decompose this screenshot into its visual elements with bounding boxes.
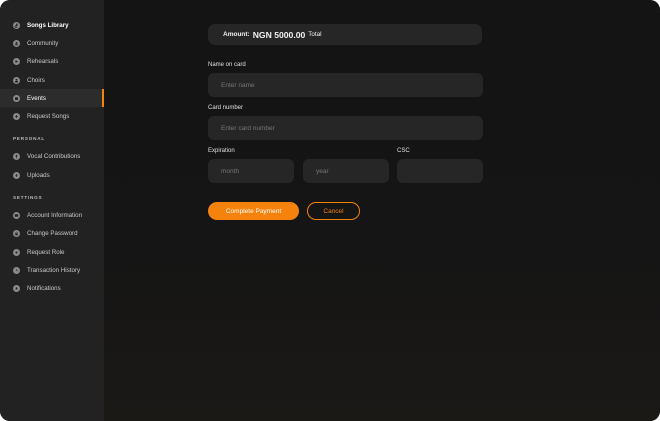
name-on-card-label: Name on card xyxy=(208,62,246,68)
sidebar-item-rehearsals[interactable]: Rehearsals xyxy=(0,53,104,71)
sidebar-item-label: Account Information xyxy=(27,212,83,220)
sidebar-item-request-role[interactable]: Request Role xyxy=(0,243,104,261)
sidebar-item-label: Choirs xyxy=(27,76,45,84)
sidebar-item-label: Rehearsals xyxy=(27,58,59,66)
rehearsal-icon xyxy=(13,58,20,66)
name-on-card-input[interactable] xyxy=(208,73,483,97)
user-card-icon xyxy=(13,212,20,220)
microphone-icon xyxy=(13,153,20,161)
community-icon xyxy=(13,39,20,47)
sidebar-item-label: Community xyxy=(27,39,59,47)
request-icon xyxy=(13,113,20,121)
choir-icon xyxy=(13,76,20,84)
card-number-label: Card number xyxy=(208,105,244,111)
expiration-year-input[interactable] xyxy=(303,159,389,183)
expiration-month-input[interactable] xyxy=(208,159,294,183)
bell-icon xyxy=(13,285,20,293)
sidebar-item-vocal-contributions[interactable]: Vocal Contributions xyxy=(0,148,104,166)
sidebar-item-label: Request Songs xyxy=(27,113,70,121)
sidebar-item-transaction-history[interactable]: Transaction History xyxy=(0,261,104,279)
sidebar-item-request-songs[interactable]: Request Songs xyxy=(0,107,104,125)
csc-input[interactable] xyxy=(397,159,483,183)
amount-label: Amount: xyxy=(223,31,250,38)
music-note-icon xyxy=(13,21,20,29)
app-window: Songs Library Community Rehearsals Choir… xyxy=(0,0,660,421)
sidebar-item-uploads[interactable]: Uploads xyxy=(0,166,104,184)
sidebar-item-label: Request Role xyxy=(27,248,65,256)
csc-label: CSC xyxy=(397,148,410,154)
sidebar-item-label: Vocal Contributions xyxy=(27,153,81,161)
history-icon xyxy=(13,266,20,274)
sidebar-item-account-information[interactable]: Account Information xyxy=(0,206,104,224)
cancel-button[interactable]: Cancel xyxy=(307,202,360,220)
sidebar-item-label: Transaction History xyxy=(27,266,81,274)
sidebar-item-choirs[interactable]: Choirs xyxy=(0,71,104,89)
settings-section-title: SETTINGS xyxy=(13,194,43,200)
sidebar-item-songs-library[interactable]: Songs Library xyxy=(0,16,104,34)
lock-icon xyxy=(13,230,20,238)
sidebar-item-notifications[interactable]: Notifications xyxy=(0,280,104,298)
sidebar-item-label: Songs Library xyxy=(27,21,69,29)
amount-summary: Amount: NGN 5000.00 Total xyxy=(208,24,482,45)
calendar-icon xyxy=(13,94,20,102)
amount-suffix: Total xyxy=(308,31,322,38)
card-number-input[interactable] xyxy=(208,116,483,140)
sidebar-item-label: Notifications xyxy=(27,285,61,293)
sidebar-item-community[interactable]: Community xyxy=(0,34,104,52)
payment-panel: Amount: NGN 5000.00 Total Name on card C… xyxy=(104,0,660,421)
sidebar: Songs Library Community Rehearsals Choir… xyxy=(0,0,104,421)
amount-value: NGN 5000.00 xyxy=(252,29,306,40)
sidebar-item-events[interactable]: Events xyxy=(0,89,104,108)
role-icon xyxy=(13,248,20,256)
sidebar-item-label: Uploads xyxy=(27,171,50,179)
upload-icon xyxy=(13,171,20,179)
sidebar-item-change-password[interactable]: Change Password xyxy=(0,225,104,243)
expiration-label: Expiration xyxy=(208,148,235,154)
sidebar-item-label: Change Password xyxy=(27,230,78,238)
personal-section-title: PERSONAL xyxy=(13,136,45,142)
sidebar-item-label: Events xyxy=(27,94,46,102)
complete-payment-button[interactable]: Complete Payment xyxy=(208,202,299,220)
